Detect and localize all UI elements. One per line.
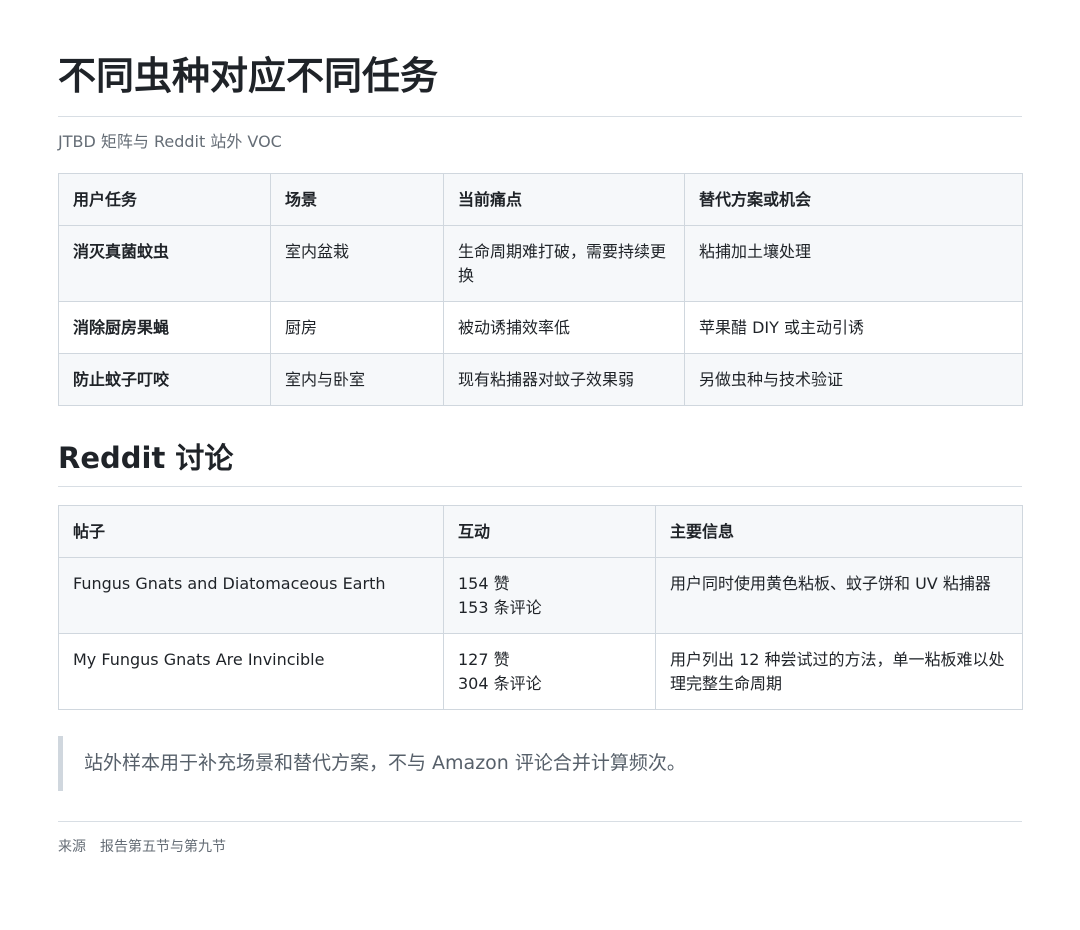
comments-count: 153 条评论 xyxy=(458,598,542,617)
scene-cell: 室内盆栽 xyxy=(270,225,444,302)
table-row: My Fungus Gnats Are Invincible 127 赞 304… xyxy=(58,633,1023,710)
table-header-row: 用户任务 场景 当前痛点 替代方案或机会 xyxy=(58,173,1023,226)
column-header-engagement: 互动 xyxy=(443,505,656,558)
reddit-table: 帖子 互动 主要信息 Fungus Gnats and Diatomaceous… xyxy=(58,505,1023,710)
column-header-alternative: 替代方案或机会 xyxy=(684,173,1023,226)
alternative-cell: 另做虫种与技术验证 xyxy=(684,353,1023,406)
note-blockquote: 站外样本用于补充场景和替代方案，不与 Amazon 评论合并计算频次。 xyxy=(58,736,1022,791)
task-cell: 消灭真菌蚊虫 xyxy=(58,225,271,302)
pain-cell: 生命周期难打破，需要持续更换 xyxy=(443,225,685,302)
column-header-pain: 当前痛点 xyxy=(443,173,685,226)
scene-cell: 厨房 xyxy=(270,301,444,354)
reddit-section-heading: Reddit 讨论 xyxy=(58,440,1022,487)
likes-count: 154 赞 xyxy=(458,574,510,593)
scene-cell: 室内与卧室 xyxy=(270,353,444,406)
comments-count: 304 条评论 xyxy=(458,674,542,693)
key-info-cell: 用户同时使用黄色粘板、蚊子饼和 UV 粘捕器 xyxy=(655,557,1023,634)
key-info-cell: 用户列出 12 种尝试过的方法，单一粘板难以处理完整生命周期 xyxy=(655,633,1023,710)
jtbd-table: 用户任务 场景 当前痛点 替代方案或机会 消灭真菌蚊虫 室内盆栽 生命周期难打破… xyxy=(58,173,1023,406)
column-header-scene: 场景 xyxy=(270,173,444,226)
source-text: 报告第五节与第九节 xyxy=(100,839,226,855)
source-footer: 来源 报告第五节与第九节 xyxy=(58,821,1022,856)
engagement-cell: 127 赞 304 条评论 xyxy=(443,633,656,710)
table-row: 防止蚊子叮咬 室内与卧室 现有粘捕器对蚊子效果弱 另做虫种与技术验证 xyxy=(58,353,1023,406)
task-cell: 消除厨房果蝇 xyxy=(58,301,271,354)
page-subtitle: JTBD 矩阵与 Reddit 站外 VOC xyxy=(58,132,282,151)
table-row: 消除厨房果蝇 厨房 被动诱捕效率低 苹果醋 DIY 或主动引诱 xyxy=(58,301,1023,354)
report-page: 不同虫种对应不同任务 JTBD 矩阵与 Reddit 站外 VOC 用户任务 场… xyxy=(58,0,1023,856)
table-row: Fungus Gnats and Diatomaceous Earth 154 … xyxy=(58,557,1023,634)
pain-cell: 被动诱捕效率低 xyxy=(443,301,685,354)
alternative-cell: 粘捕加土壤处理 xyxy=(684,225,1023,302)
post-title-cell: Fungus Gnats and Diatomaceous Earth xyxy=(58,557,444,634)
task-cell: 防止蚊子叮咬 xyxy=(58,353,271,406)
engagement-cell: 154 赞 153 条评论 xyxy=(443,557,656,634)
alternative-cell: 苹果醋 DIY 或主动引诱 xyxy=(684,301,1023,354)
source-label: 来源 xyxy=(58,839,86,855)
column-header-task: 用户任务 xyxy=(58,173,271,226)
table-row: 消灭真菌蚊虫 室内盆栽 生命周期难打破，需要持续更换 粘捕加土壤处理 xyxy=(58,225,1023,302)
page-title: 不同虫种对应不同任务 xyxy=(58,50,1022,117)
likes-count: 127 赞 xyxy=(458,650,510,669)
column-header-key-info: 主要信息 xyxy=(655,505,1023,558)
pain-cell: 现有粘捕器对蚊子效果弱 xyxy=(443,353,685,406)
post-title-cell: My Fungus Gnats Are Invincible xyxy=(58,633,444,710)
column-header-post: 帖子 xyxy=(58,505,444,558)
table-header-row: 帖子 互动 主要信息 xyxy=(58,505,1023,558)
